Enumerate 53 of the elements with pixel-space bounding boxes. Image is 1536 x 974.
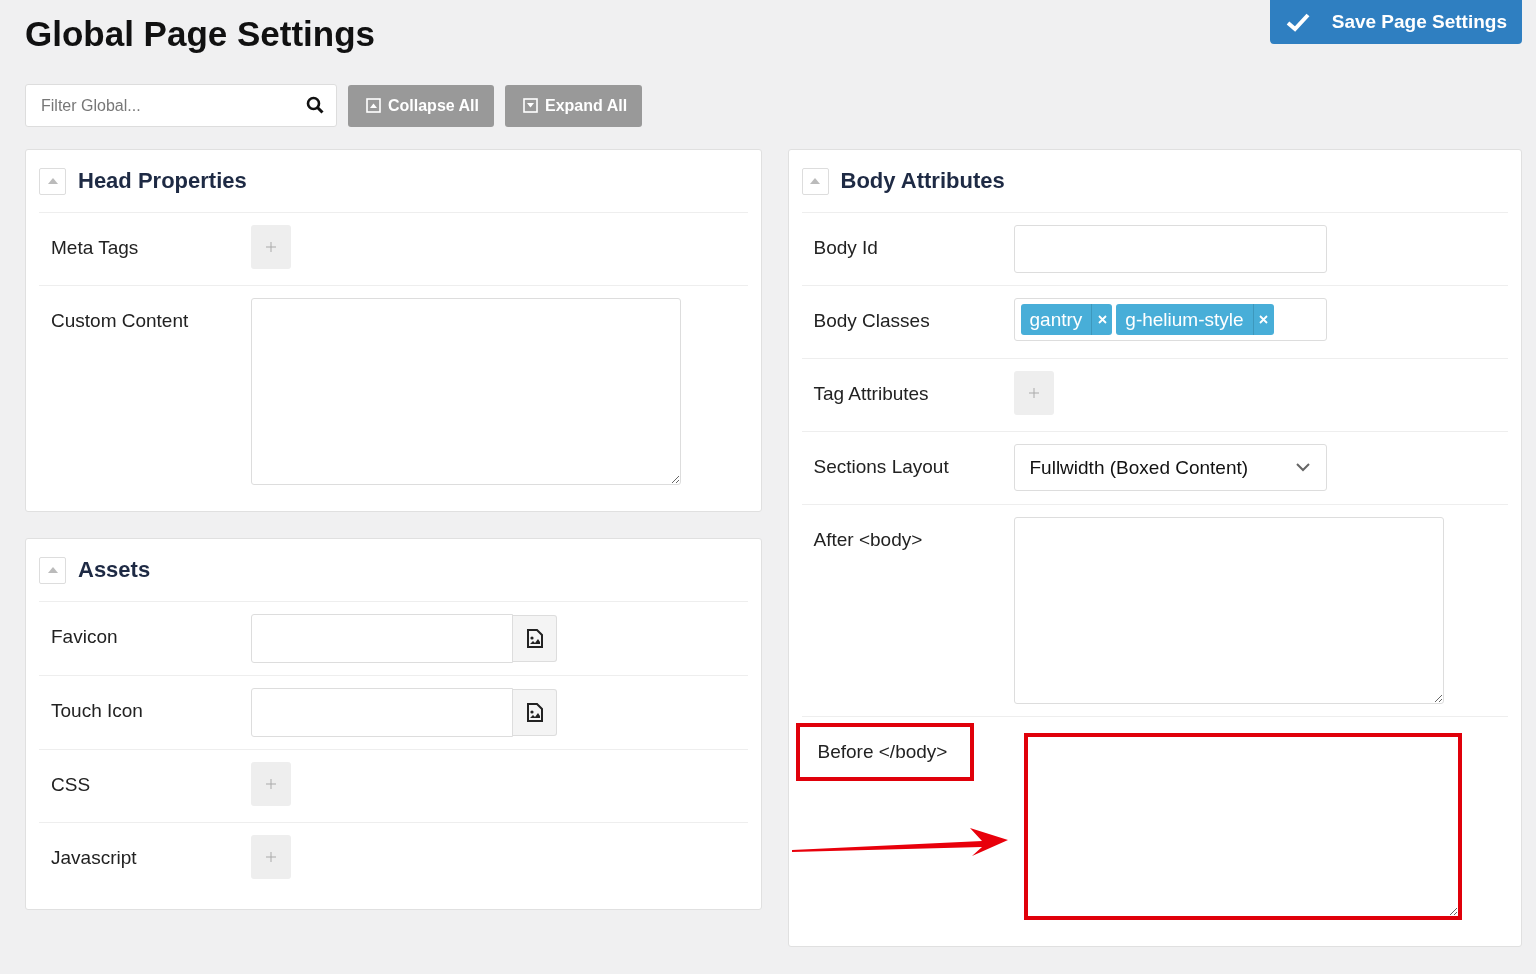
field-label: Touch Icon — [50, 699, 144, 722]
add-button[interactable] — [251, 225, 291, 269]
text-area[interactable] — [1023, 733, 1462, 920]
close-icon — [1259, 315, 1269, 324]
field-label: Before </body> — [795, 723, 974, 781]
collapse-toggle[interactable] — [39, 556, 66, 584]
checkmark-icon — [1285, 12, 1310, 32]
text-input[interactable] — [1013, 225, 1327, 273]
add-button[interactable] — [1013, 371, 1054, 415]
expand-square-icon — [523, 98, 538, 113]
filter-field[interactable]: Filter Global... — [25, 84, 337, 127]
image-file-icon — [526, 703, 543, 722]
collapse-square-icon — [366, 98, 381, 113]
field-label: Tag Attributes — [812, 382, 930, 405]
triangle-icon — [47, 178, 58, 184]
plus-icon — [266, 779, 276, 789]
collapse-toggle[interactable] — [801, 167, 829, 195]
search-icon — [306, 96, 324, 114]
tag-label: gantry — [1028, 308, 1084, 331]
file-path-input[interactable] — [251, 688, 513, 737]
triangle-icon — [47, 567, 58, 573]
field-label: Body Id — [812, 236, 879, 259]
close-icon — [1097, 315, 1107, 324]
chevron-down-icon — [1295, 463, 1310, 472]
field-label: CSS — [50, 773, 92, 796]
panel-title: Head Properties — [78, 168, 247, 194]
page-title: Global Page Settings — [25, 14, 376, 54]
file-picker-button[interactable] — [513, 689, 557, 736]
file-picker-button[interactable] — [513, 615, 557, 662]
tags-input[interactable]: gantry g-helium-style — [1013, 298, 1327, 341]
file-path-input[interactable] — [251, 614, 513, 663]
image-file-icon — [526, 629, 543, 648]
panel-title: Body Attributes — [840, 168, 1005, 194]
field-label: Favicon — [50, 625, 119, 648]
plus-icon — [1028, 388, 1039, 398]
field-label: Body Classes — [812, 309, 931, 332]
layout-dropdown[interactable]: Fullwidth (Boxed Content) — [1013, 444, 1327, 491]
plus-icon — [266, 852, 276, 862]
field-label: Meta Tags — [50, 236, 140, 259]
collapse-toggle[interactable] — [39, 167, 66, 195]
field-label: Javascript — [50, 846, 138, 869]
field-label: Custom Content — [50, 309, 190, 332]
expand-all-button[interactable]: Expand All — [505, 84, 643, 127]
add-button[interactable] — [251, 762, 291, 806]
tag-label: g-helium-style — [1124, 308, 1245, 331]
field-label: Sections Layout — [812, 455, 950, 478]
add-button[interactable] — [251, 835, 291, 879]
collapse-all-button[interactable]: Collapse All — [348, 84, 494, 127]
plus-icon — [266, 242, 276, 252]
save-button[interactable]: Save Page Settings — [1269, 0, 1522, 44]
field-label: After <body> — [812, 528, 924, 551]
triangle-icon — [810, 178, 820, 184]
panel-title: Assets — [78, 557, 151, 583]
